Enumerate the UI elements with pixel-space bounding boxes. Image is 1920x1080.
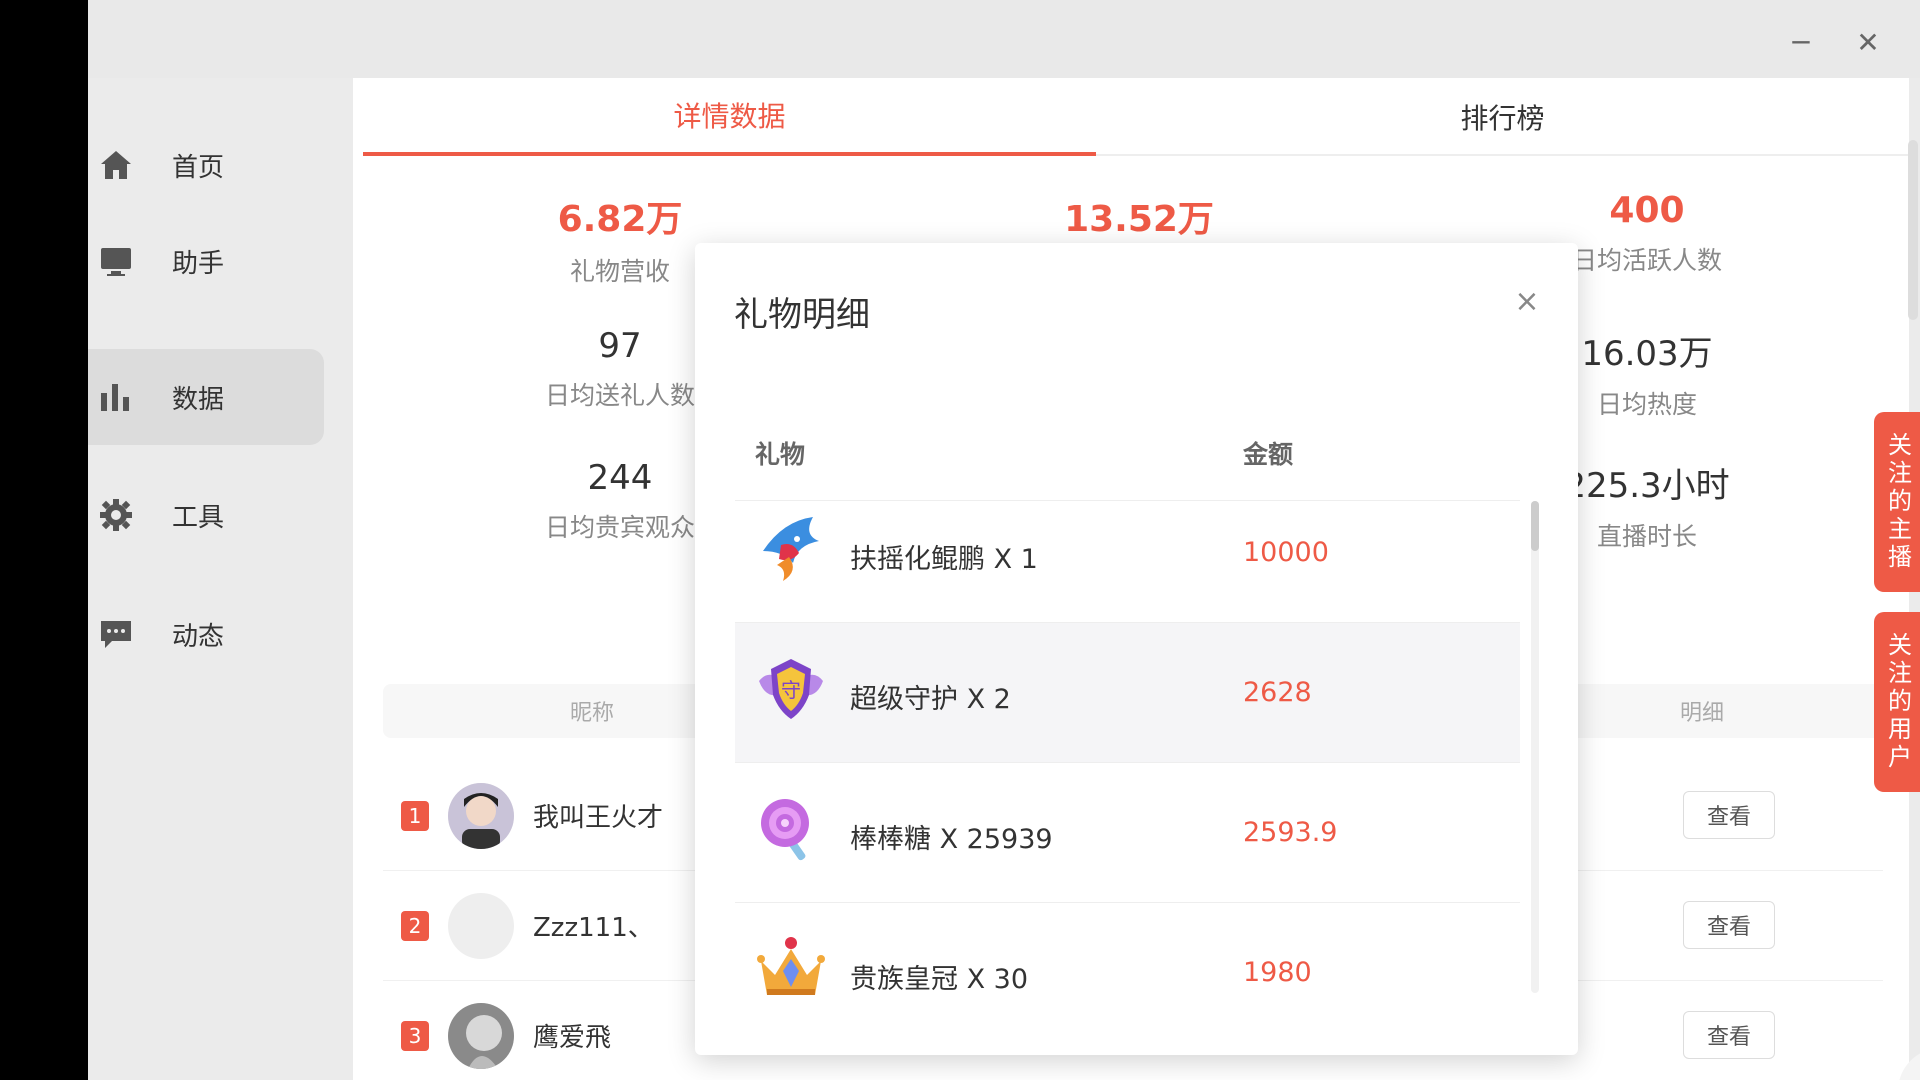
rank-badge: 1 [401, 801, 429, 831]
column-detail: 明细 [1680, 701, 1725, 726]
gift-list: 扶摇化鲲鹏 X 1 10000 守 超级守护 X 2 2628 棒棒糖 X 25… [735, 501, 1520, 995]
avatar [448, 783, 514, 849]
svg-text:守: 守 [781, 678, 801, 702]
avatar [448, 893, 514, 959]
monitor-icon [101, 248, 131, 276]
sidebar-item-label: 动态 [172, 621, 225, 652]
sidebar-item-label: 首页 [172, 152, 225, 183]
gift-name: 超级守护 X 2 [850, 684, 1011, 715]
kunpeng-bird-icon [763, 517, 819, 581]
tab-detail-data[interactable]: 详情数据 [363, 78, 1096, 156]
sidebar-item-data[interactable]: 数据 [88, 349, 324, 445]
dialog-title: 礼物明细 [734, 295, 870, 335]
tab-ranking[interactable]: 排行榜 [1096, 78, 1909, 156]
list-item: 守 超级守护 X 2 2628 [735, 623, 1520, 763]
gift-detail-dialog: 礼物明细 × 礼物 金额 扶摇化鲲鹏 X 1 10000 守 超级守护 X 2 [695, 243, 1578, 1055]
home-icon [101, 151, 131, 179]
list-item: 棒棒糖 X 25939 2593.9 [735, 763, 1520, 903]
close-window-button[interactable]: ✕ [1848, 22, 1888, 62]
sidebar-item-home[interactable]: 首页 [88, 117, 324, 213]
column-gift: 礼物 [755, 440, 806, 469]
sidebar: 首页 助手 数据 工具 动态 [88, 78, 353, 1080]
column-nickname: 昵称 [570, 701, 615, 726]
column-amount: 金额 [1243, 440, 1294, 469]
guard-shield-icon: 守 [759, 659, 823, 719]
gift-amount: 2593.9 [1243, 817, 1338, 848]
gift-amount: 2628 [1243, 677, 1312, 708]
gear-icon [100, 499, 132, 531]
gift-amount: 10000 [1243, 537, 1329, 568]
bar-chart-icon [101, 384, 129, 411]
sidebar-item-moments[interactable]: 动态 [88, 586, 324, 682]
list-item: 扶摇化鲲鹏 X 1 10000 [735, 501, 1520, 623]
dialog-scroll-track[interactable] [1531, 501, 1539, 993]
left-edge [0, 0, 88, 1080]
main-scrollbar[interactable] [1908, 140, 1918, 320]
avatar [448, 1003, 514, 1069]
crown-icon [757, 937, 825, 995]
sidebar-item-label: 工具 [172, 502, 225, 533]
sidebar-item-label: 数据 [172, 384, 225, 415]
gift-name: 扶摇化鲲鹏 X 1 [850, 544, 1038, 575]
gift-amount: 1980 [1243, 957, 1312, 988]
list-item: 贵族皇冠 X 30 1980 [735, 903, 1520, 995]
rank-badge: 3 [401, 1021, 429, 1051]
sidebar-item-assistant[interactable]: 助手 [88, 213, 324, 309]
view-button[interactable]: 查看 [1683, 1011, 1775, 1059]
gift-name: 棒棒糖 X 25939 [850, 824, 1053, 855]
gift-name: 贵族皇冠 X 30 [850, 964, 1029, 995]
view-button[interactable]: 查看 [1683, 791, 1775, 839]
stat-value: 400 [1609, 190, 1685, 231]
dialog-scroll-thumb[interactable] [1531, 501, 1539, 551]
minimize-button[interactable]: ─ [1781, 22, 1821, 62]
message-icon [101, 621, 131, 648]
title-bar: ─ ✕ [88, 0, 1920, 78]
view-button[interactable]: 查看 [1683, 901, 1775, 949]
stat-value: 13.52万 [1064, 199, 1214, 240]
nickname: 鹰爱飛 [533, 1023, 612, 1053]
followed-anchors-tab[interactable]: 关注的主播 [1874, 412, 1920, 592]
stat-value: 6.82万 [557, 199, 683, 240]
nickname: Zzz111、 [533, 913, 654, 943]
avatar-image [448, 1003, 514, 1069]
nickname: 我叫王火才 [533, 803, 664, 833]
close-icon[interactable]: × [1507, 281, 1547, 321]
followed-users-tab[interactable]: 关注的用户 [1874, 612, 1920, 792]
lollipop-icon [761, 799, 809, 861]
avatar-image [448, 783, 514, 849]
sidebar-item-label: 助手 [172, 248, 225, 279]
rank-badge: 2 [401, 911, 429, 941]
tab-bar: 详情数据 排行榜 [363, 78, 1909, 156]
sidebar-item-tools[interactable]: 工具 [88, 467, 324, 563]
